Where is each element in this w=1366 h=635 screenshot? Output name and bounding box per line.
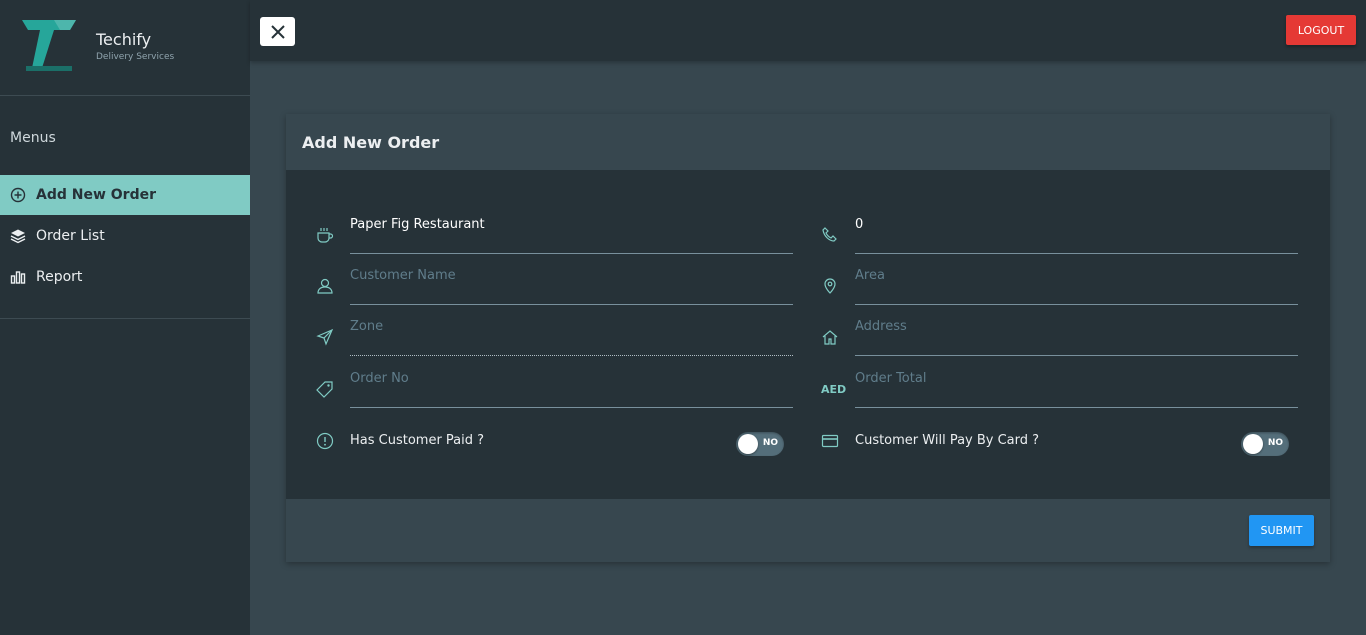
logout-button[interactable]: LOGOUT	[1286, 15, 1356, 45]
sidebar-divider	[0, 318, 250, 319]
pay-by-card-label: Customer Will Pay By Card ?	[855, 433, 1040, 448]
phone-icon	[821, 226, 839, 244]
pay-by-card-toggle[interactable]: NO	[1241, 432, 1289, 456]
toggle-knob	[738, 434, 758, 454]
user-icon	[316, 277, 334, 295]
currency-prefix: AED	[821, 383, 847, 396]
sidebar-item-label: Report	[36, 268, 83, 285]
coffee-cup-icon	[316, 226, 334, 244]
layers-icon	[10, 228, 26, 244]
restaurant-input[interactable]	[350, 214, 793, 254]
customer-name-input[interactable]	[350, 265, 793, 305]
has-paid-row: Has Customer Paid ? NO	[316, 432, 796, 462]
techify-logo-icon	[22, 20, 76, 71]
home-icon	[821, 328, 839, 346]
area-field	[821, 265, 1301, 305]
has-paid-toggle[interactable]: NO	[736, 432, 784, 456]
phone-field	[821, 214, 1301, 254]
pay-by-card-row: Customer Will Pay By Card ? NO	[821, 432, 1301, 462]
sidebar-item-report[interactable]: Report	[0, 256, 250, 297]
close-button[interactable]	[260, 17, 295, 46]
sidebar-item-label: Add New Order	[36, 187, 156, 203]
sidebar-item-add-new-order[interactable]: Add New Order	[0, 175, 250, 215]
address-field	[821, 316, 1301, 356]
topbar: LOGOUT	[250, 0, 1366, 61]
sidebar-nav: Add New Order Order List Report	[0, 175, 250, 297]
brand-header: Techify Delivery Services	[0, 0, 250, 96]
brand-name: Techify	[96, 30, 152, 49]
toggle-knob	[1243, 434, 1263, 454]
toggle-value: NO	[762, 438, 778, 448]
order-total-field: AED	[821, 368, 1301, 408]
toggle-value: NO	[1267, 438, 1283, 448]
location-pin-icon	[821, 277, 839, 295]
customer-name-field	[316, 265, 796, 305]
menus-title: Menus	[10, 130, 56, 146]
zone-field	[316, 316, 796, 356]
sidebar-item-label: Order List	[36, 227, 105, 244]
send-icon	[316, 328, 334, 346]
bar-chart-icon	[10, 269, 26, 285]
sidebar: Techify Delivery Services Menus Add New …	[0, 0, 250, 635]
plus-circle-icon	[10, 187, 26, 203]
has-paid-label: Has Customer Paid ?	[350, 433, 485, 448]
brand-subtitle: Delivery Services	[96, 52, 175, 62]
card-title: Add New Order	[286, 114, 1330, 170]
add-order-card: Add New Order Paper Fig Restaurant 0 Cus…	[286, 114, 1330, 562]
info-circle-icon	[316, 432, 334, 450]
order-total-input[interactable]	[855, 368, 1298, 408]
restaurant-field	[316, 214, 796, 254]
address-input[interactable]	[855, 316, 1298, 356]
phone-input[interactable]	[855, 214, 1298, 254]
credit-card-icon	[821, 432, 839, 450]
order-no-field	[316, 368, 796, 408]
close-icon	[270, 24, 285, 39]
submit-button[interactable]: SUBMIT	[1249, 515, 1314, 546]
card-footer: SUBMIT	[286, 499, 1330, 562]
sidebar-item-order-list[interactable]: Order List	[0, 215, 250, 256]
tag-icon	[316, 380, 334, 398]
order-no-input[interactable]	[350, 368, 793, 408]
area-input[interactable]	[855, 265, 1298, 305]
zone-input[interactable]	[350, 316, 793, 356]
